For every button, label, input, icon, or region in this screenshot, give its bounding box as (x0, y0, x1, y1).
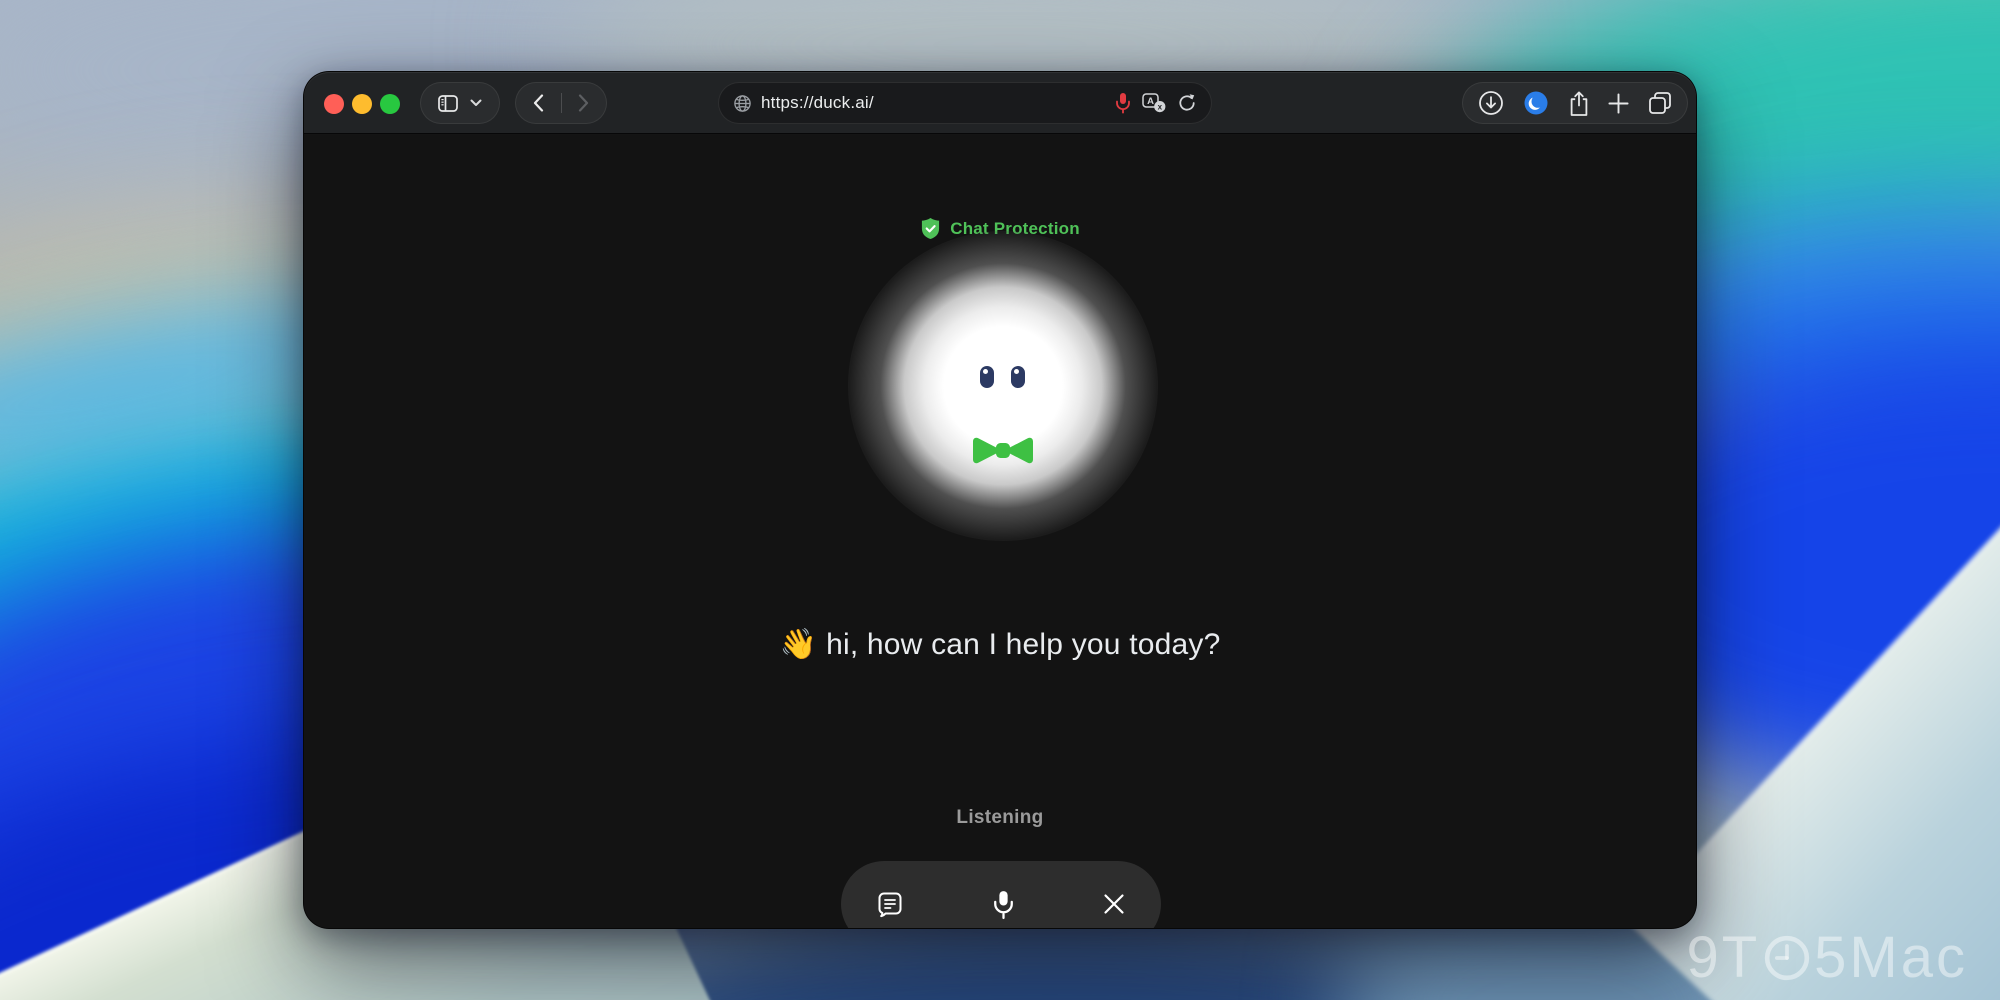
microphone-icon (992, 889, 1015, 920)
globe-icon (733, 94, 752, 113)
reload-icon[interactable] (1177, 93, 1197, 113)
shield-check-icon (920, 217, 941, 240)
duck-glow (848, 231, 1158, 541)
nav-buttons (515, 82, 607, 124)
downloads-button[interactable] (1478, 90, 1504, 116)
sidebar-toggle-button[interactable] (420, 82, 500, 124)
share-icon (1568, 90, 1590, 117)
minimize-window-button[interactable] (352, 94, 372, 114)
wave-emoji: 👋 (780, 628, 818, 661)
tabs-icon (1648, 91, 1672, 115)
translate-icon[interactable]: A x (1142, 93, 1166, 113)
back-icon (533, 94, 544, 112)
extension-button[interactable] (1523, 90, 1549, 116)
watermark-part1: 9T (1686, 929, 1760, 987)
extension-moon-icon (1523, 90, 1549, 116)
duck-eye-left (980, 366, 994, 388)
svg-text:x: x (1158, 103, 1163, 112)
transcript-icon (875, 889, 905, 919)
site-watermark: 9T 5Mac (1686, 929, 1968, 987)
browser-toolbar: https://duck.ai/ A x (304, 72, 1696, 134)
watermark-part2: 5Mac (1814, 929, 1968, 987)
greeting-text: 👋hi, how can I help you today? (304, 627, 1696, 662)
back-button[interactable] (516, 83, 561, 123)
page-content: Chat Protection 👋hi, how can I help you … (304, 135, 1696, 928)
dictation-mic-icon[interactable] (1115, 92, 1131, 114)
address-bar[interactable]: https://duck.ai/ A x (718, 82, 1212, 124)
download-icon (1478, 90, 1504, 116)
tab-overview-button[interactable] (1648, 91, 1672, 115)
clock-icon (1763, 934, 1811, 982)
close-voice-button[interactable] (1101, 891, 1127, 917)
duck-eye-right (1011, 366, 1025, 388)
url-text: https://duck.ai/ (761, 93, 874, 113)
share-button[interactable] (1568, 90, 1590, 117)
listening-status: Listening (304, 807, 1696, 829)
plus-icon (1608, 93, 1629, 114)
safari-window: https://duck.ai/ A x (303, 71, 1697, 929)
zoom-window-button[interactable] (380, 94, 400, 114)
forward-button[interactable] (562, 83, 607, 123)
chevron-down-icon (470, 99, 482, 107)
url-actions: A x (1115, 92, 1197, 114)
svg-text:A: A (1147, 96, 1154, 107)
sidebar-icon (438, 95, 458, 112)
microphone-button[interactable] (992, 889, 1015, 920)
close-window-button[interactable] (324, 94, 344, 114)
forward-icon (578, 94, 589, 112)
close-icon (1101, 891, 1127, 917)
show-transcript-button[interactable] (875, 889, 905, 919)
voice-control-bar (841, 861, 1161, 928)
duck-bowtie-icon (971, 435, 1035, 466)
new-tab-button[interactable] (1608, 93, 1629, 114)
toolbar-actions (1462, 82, 1688, 124)
greeting-message: hi, how can I help you today? (826, 628, 1220, 661)
